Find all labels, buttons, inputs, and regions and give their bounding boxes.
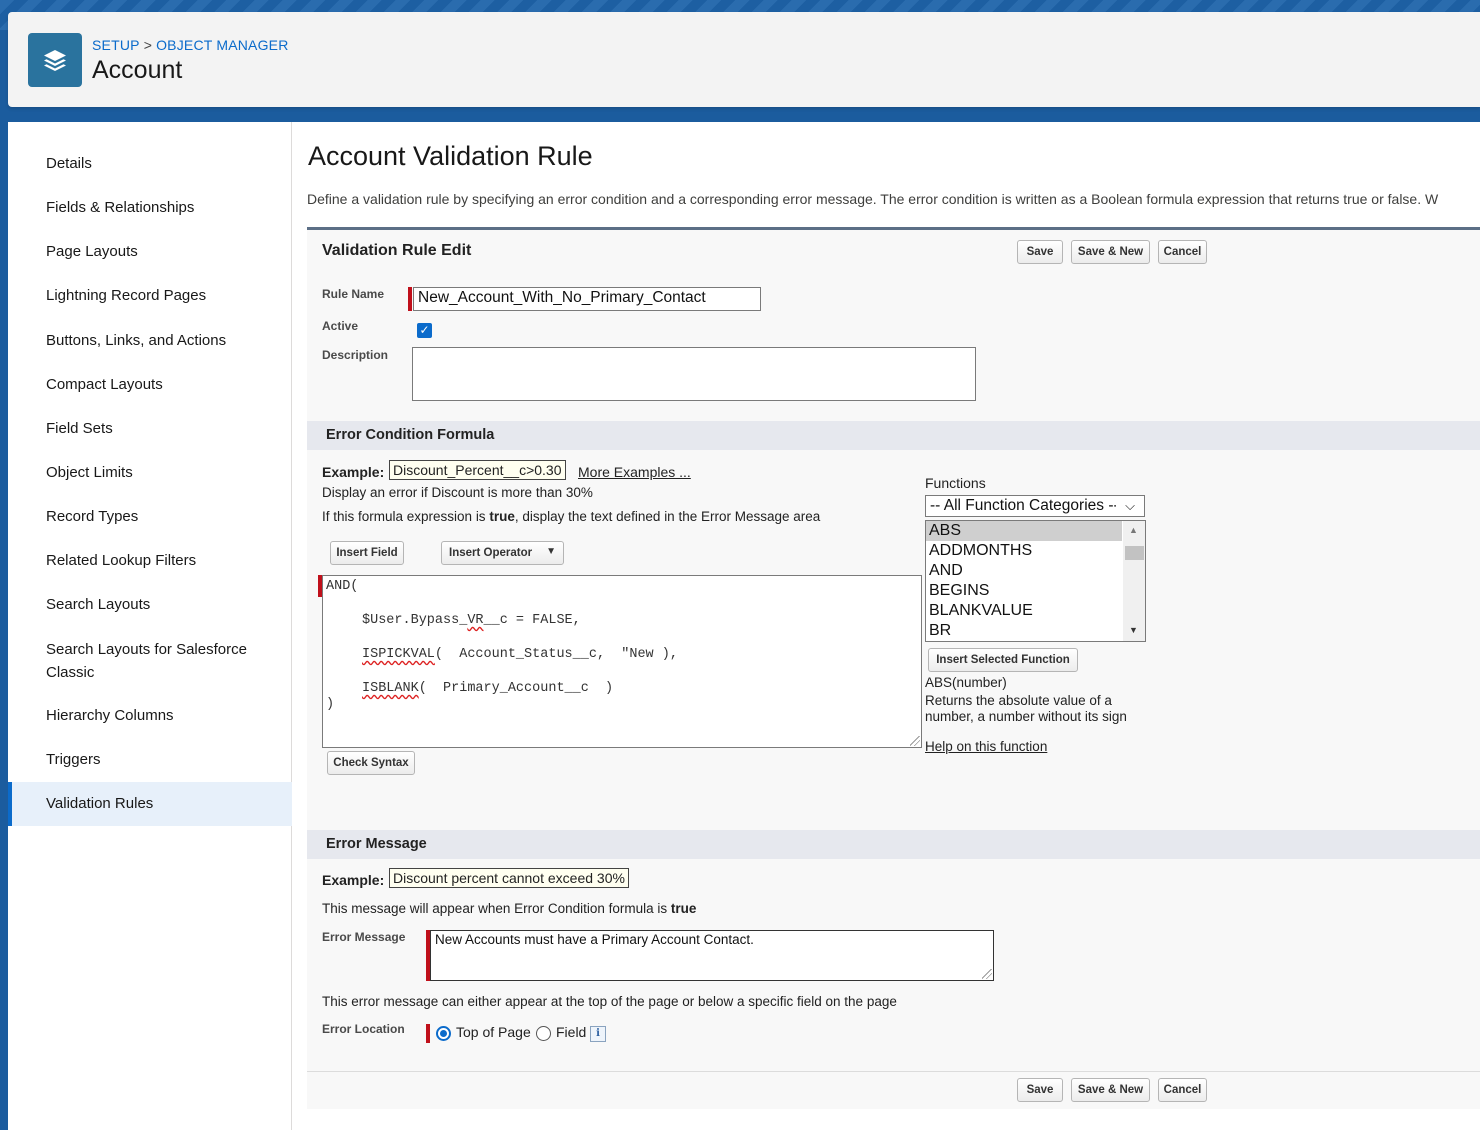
- sidebar-item-object-limits[interactable]: Object Limits: [8, 461, 292, 484]
- footer-divider: [307, 1071, 1480, 1072]
- caret-down-icon: ▼: [546, 546, 556, 557]
- formula-instruction: If this formula expression is true, disp…: [322, 509, 821, 524]
- sidebar-item-triggers[interactable]: Triggers: [8, 748, 292, 771]
- more-examples-link[interactable]: More Examples ...: [578, 464, 691, 480]
- help-on-function-link[interactable]: Help on this function: [925, 739, 1047, 754]
- function-list[interactable]: ABS ADDMONTHS AND BEGINS BLANKVALUE BR ▲…: [925, 520, 1146, 642]
- sidebar-item-search-layouts[interactable]: Search Layouts: [8, 593, 292, 616]
- layers-icon: [28, 33, 82, 87]
- function-option[interactable]: AND: [926, 561, 1122, 581]
- error-message-label: Error Message: [322, 930, 406, 944]
- formula-line: ): [326, 697, 335, 712]
- functions-label: Functions: [925, 475, 986, 491]
- breadcrumb-separator: >: [143, 37, 153, 53]
- insert-field-button[interactable]: Insert Field: [330, 541, 404, 565]
- error-message-textarea[interactable]: New Accounts must have a Primary Account…: [430, 930, 994, 981]
- function-option[interactable]: ABS: [926, 521, 1122, 541]
- page-header: SETUP > OBJECT MANAGER Account: [8, 12, 1480, 107]
- sidebar-item-related-lookup-filters[interactable]: Related Lookup Filters: [8, 549, 292, 572]
- resize-handle[interactable]: [910, 736, 920, 746]
- insert-operator-label: Insert Operator: [449, 547, 533, 559]
- scroll-down-arrow-icon[interactable]: ▼: [1129, 625, 1138, 635]
- sidebar-item-fields-relationships[interactable]: Fields & Relationships: [8, 196, 292, 219]
- scroll-up-arrow-icon[interactable]: ▲: [1129, 525, 1138, 535]
- info-icon[interactable]: i: [590, 1026, 606, 1042]
- content-area: Account Validation Rule Define a validat…: [292, 122, 1480, 1130]
- example-message: Discount percent cannot exceed 30%: [389, 868, 629, 888]
- field-label: Field: [556, 1024, 587, 1040]
- top-of-page-radio[interactable]: [436, 1026, 451, 1041]
- formula-editor[interactable]: AND( $User.Bypass_VR__c = FALSE, ISPICKV…: [322, 575, 922, 748]
- example-label: Example:: [322, 872, 385, 888]
- example-formula: Discount_Percent__c>0.30: [389, 460, 566, 480]
- breadcrumb-object-manager-link[interactable]: OBJECT MANAGER: [156, 37, 288, 53]
- error-location-label: Error Location: [322, 1022, 405, 1036]
- sidebar-item-label: Search Layouts for Salesforce: [46, 641, 247, 658]
- formula-line: ISPICKVAL( Account_Status__c, "New ),: [362, 647, 678, 662]
- required-indicator: [426, 1024, 430, 1043]
- function-option[interactable]: ADDMONTHS: [926, 541, 1122, 561]
- resize-handle[interactable]: [982, 969, 992, 979]
- content-title: Account Validation Rule: [308, 141, 593, 171]
- error-location-description: This error message can either appear at …: [322, 994, 897, 1009]
- sidebar-item-label-line2: Classic: [46, 664, 95, 681]
- description-textarea[interactable]: [412, 347, 976, 401]
- error-message-section-header: Error Message: [307, 830, 1480, 859]
- function-option[interactable]: BR: [926, 621, 1122, 641]
- function-list-scrollbar[interactable]: ▲ ▼: [1123, 521, 1145, 641]
- insert-operator-button[interactable]: Insert Operator ▼: [441, 541, 564, 565]
- function-description: Returns the absolute value of a: [925, 693, 1112, 708]
- example-description: Display an error if Discount is more tha…: [322, 485, 593, 500]
- sidebar-item-details[interactable]: Details: [8, 152, 292, 175]
- insert-selected-function-button[interactable]: Insert Selected Function: [928, 648, 1078, 672]
- save-button[interactable]: Save: [1017, 240, 1063, 264]
- error-message-instruction: This message will appear when Error Cond…: [322, 901, 697, 916]
- main-panel: Details Fields & Relationships Page Layo…: [8, 122, 1480, 1130]
- rule-name-label: Rule Name: [322, 287, 385, 301]
- rule-name-input[interactable]: New_Account_With_No_Primary_Contact: [413, 287, 761, 311]
- function-option[interactable]: BEGINS: [926, 581, 1122, 601]
- save-new-button[interactable]: Save & New: [1071, 1078, 1150, 1102]
- function-category-value: -- All Function Categories --: [930, 497, 1119, 514]
- required-indicator: [408, 287, 412, 311]
- sidebar: Details Fields & Relationships Page Layo…: [8, 122, 292, 1130]
- function-category-select[interactable]: -- All Function Categories -- ⌵: [925, 495, 1145, 517]
- sidebar-item-buttons-links-actions[interactable]: Buttons, Links, and Actions: [8, 329, 292, 352]
- form-title: Validation Rule Edit: [322, 242, 472, 259]
- page-title: Account: [92, 56, 183, 84]
- formula-line: $User.Bypass_VR__c = FALSE,: [362, 613, 581, 628]
- breadcrumb: SETUP > OBJECT MANAGER: [92, 37, 289, 53]
- validation-rule-form: Validation Rule Edit Save Save & New Can…: [307, 227, 1480, 1109]
- save-button[interactable]: Save: [1017, 1078, 1063, 1102]
- formula-line: AND(: [326, 579, 359, 594]
- cancel-button[interactable]: Cancel: [1158, 1078, 1207, 1102]
- active-checkbox[interactable]: ✓: [417, 323, 432, 338]
- error-message-value: New Accounts must have a Primary Account…: [435, 932, 754, 947]
- chevron-down-icon: ⌵: [1116, 496, 1144, 516]
- sidebar-item-validation-rules[interactable]: Validation Rules: [8, 782, 292, 826]
- field-radio[interactable]: [536, 1026, 551, 1041]
- sidebar-item-compact-layouts[interactable]: Compact Layouts: [8, 373, 292, 396]
- top-of-page-label: Top of Page: [456, 1024, 531, 1040]
- breadcrumb-setup-link[interactable]: SETUP: [92, 37, 140, 53]
- function-option[interactable]: BLANKVALUE: [926, 601, 1122, 621]
- scroll-thumb[interactable]: [1125, 546, 1144, 560]
- sidebar-item-page-layouts[interactable]: Page Layouts: [8, 240, 292, 263]
- check-syntax-button[interactable]: Check Syntax: [327, 751, 415, 775]
- function-signature: ABS(number): [925, 675, 1007, 690]
- error-condition-section-header: Error Condition Formula: [307, 421, 1480, 450]
- sidebar-item-field-sets[interactable]: Field Sets: [8, 417, 292, 440]
- example-label: Example:: [322, 464, 385, 480]
- description-label: Description: [322, 348, 389, 362]
- sidebar-item-lightning-record-pages[interactable]: Lightning Record Pages: [8, 284, 292, 307]
- function-description: number, a number without its sign: [925, 709, 1127, 724]
- sidebar-item-hierarchy-columns[interactable]: Hierarchy Columns: [8, 704, 292, 727]
- active-label: Active: [322, 319, 359, 333]
- sidebar-item-record-types[interactable]: Record Types: [8, 505, 292, 528]
- sidebar-item-search-layouts-classic[interactable]: Search Layouts for Salesforce Classic: [8, 638, 292, 684]
- intro-text: Define a validation rule by specifying a…: [307, 191, 1439, 207]
- formula-line: ISBLANK( Primary_Account__c ): [362, 681, 614, 696]
- save-new-button[interactable]: Save & New: [1071, 240, 1150, 264]
- cancel-button[interactable]: Cancel: [1158, 240, 1207, 264]
